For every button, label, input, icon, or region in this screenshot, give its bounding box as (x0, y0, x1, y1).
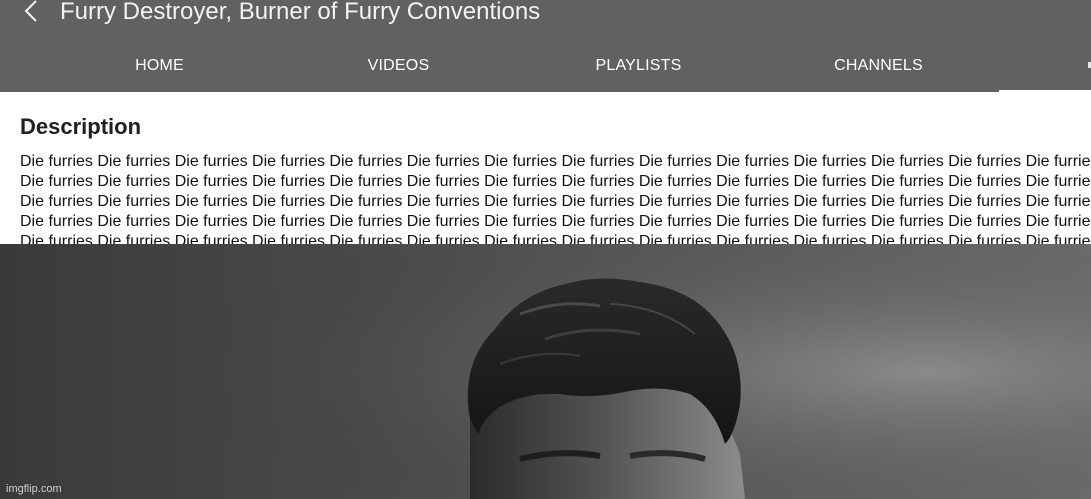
back-button[interactable] (14, 0, 48, 26)
meme-photo: imgflip.com (0, 244, 1091, 499)
description-heading: Description (20, 114, 142, 139)
chevron-left-icon (22, 0, 40, 28)
tab-videos[interactable]: VIDEOS (279, 40, 518, 92)
tab-playlists[interactable]: PLAYLISTS (519, 40, 758, 92)
description-text: Die furries Die furries Die furries Die … (20, 153, 1091, 244)
tab-videos-label: VIDEOS (367, 57, 430, 74)
tab-home-label: HOME (135, 57, 184, 74)
tab-bar: HOME VIDEOS PLAYLISTS CHANNELS (0, 40, 1091, 92)
app-bar: Furry Destroyer, Burner of Furry Convent… (0, 0, 1091, 92)
tab-playlists-label: PLAYLISTS (595, 57, 682, 74)
tab-channels[interactable]: CHANNELS (759, 40, 998, 92)
tab-home[interactable]: HOME (40, 40, 279, 92)
description-section: Description Die furries Die furries Die … (0, 92, 1091, 244)
channel-title: Furry Destroyer, Burner of Furry Convent… (60, 0, 541, 25)
tab-about-partial[interactable] (1000, 40, 1091, 92)
tab-channels-label: CHANNELS (834, 57, 923, 74)
watermark: imgflip.com (6, 483, 62, 495)
man-portrait-image (0, 244, 1091, 499)
